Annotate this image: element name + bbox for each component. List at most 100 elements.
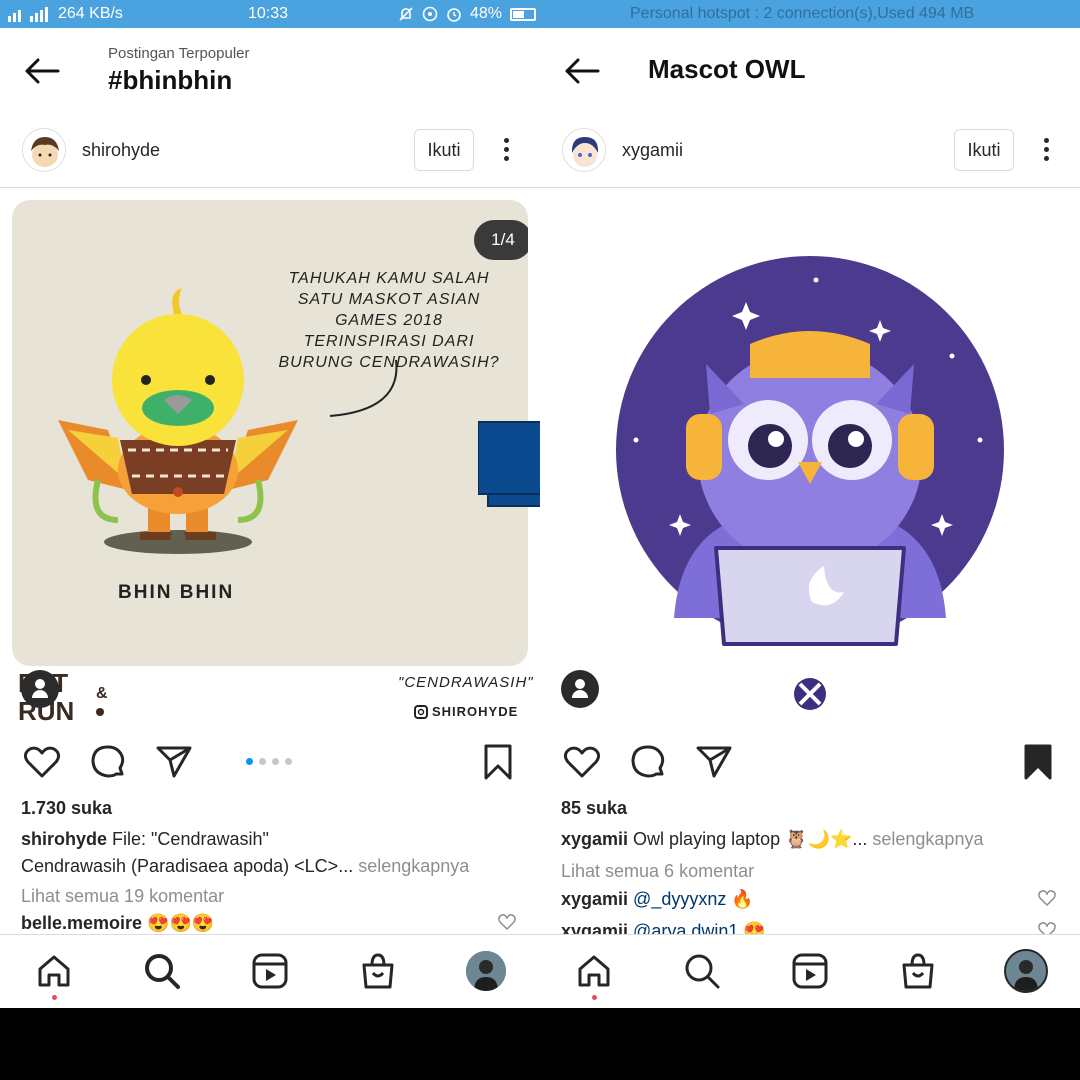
status-bar: 264 KB/s 10:33 48% <box>0 0 540 28</box>
instagram-icon <box>414 704 428 719</box>
comment-text: 😍😍😍 <box>142 913 215 933</box>
bottom-nav <box>0 934 540 1008</box>
nav-profile[interactable] <box>1004 949 1048 993</box>
avatar[interactable] <box>22 128 66 172</box>
nav-search[interactable] <box>142 951 182 991</box>
post-media[interactable] <box>540 188 1080 734</box>
follow-button[interactable]: Ikuti <box>414 129 474 171</box>
comment-mention[interactable]: @_dyyyxnz <box>628 889 726 909</box>
more-icon[interactable] <box>496 134 516 168</box>
status-bar-hotspot: Personal hotspot : 2 connection(s),Used … <box>540 0 1080 28</box>
back-arrow-icon[interactable] <box>22 56 62 86</box>
logo-text-amp: & <box>96 685 108 702</box>
status-right: 48% <box>398 5 537 23</box>
heart-icon[interactable] <box>562 742 602 782</box>
nav-shop[interactable] <box>898 951 938 991</box>
more-link[interactable]: selengkapnya <box>867 829 983 849</box>
post-image[interactable]: TAHUKAH KAMU SALAH SATU MASKOT ASIAN GAM… <box>12 200 528 666</box>
post-media[interactable]: TAHUKAH KAMU SALAH SATU MASKOT ASIAN GAM… <box>0 188 540 734</box>
battery-icon <box>510 7 537 21</box>
notification-dot <box>51 995 57 1000</box>
share-icon[interactable] <box>154 742 194 782</box>
view-comments-link[interactable]: Lihat semua 19 komentar <box>21 886 224 907</box>
comment-like-icon[interactable] <box>1038 889 1056 907</box>
reels-icon <box>252 953 288 989</box>
back-arrow-icon[interactable] <box>562 56 602 86</box>
caption-line2: Cendrawasih (Paradisaea apoda) <LC>... <box>21 856 354 876</box>
post-header: xygamii Ikuti <box>540 116 1080 188</box>
status-left: 264 KB/s <box>8 5 123 23</box>
share-icon[interactable] <box>694 742 734 782</box>
caption-username[interactable]: xygamii <box>561 829 628 849</box>
likes-count[interactable]: 1.730 suka <box>21 798 112 819</box>
search-icon <box>145 954 180 989</box>
art-caption: "CENDRAWASIH" <box>398 674 534 691</box>
alarm-icon <box>447 8 461 22</box>
bottom-nav <box>540 934 1080 1008</box>
comment-icon[interactable] <box>628 742 668 782</box>
shop-icon <box>902 953 934 989</box>
follow-button[interactable]: Ikuti <box>954 129 1014 171</box>
avatar[interactable] <box>562 128 606 172</box>
nav-profile[interactable] <box>466 951 506 991</box>
watermark-logo <box>794 678 826 710</box>
nav-home[interactable] <box>574 951 614 1000</box>
hotspot-status: Personal hotspot : 2 connection(s),Used … <box>630 5 975 22</box>
caption-text: Owl playing laptop 🦉🌙⭐... <box>628 829 868 849</box>
more-icon[interactable] <box>1036 134 1056 168</box>
comment-icon[interactable] <box>88 742 128 782</box>
view-comments-link[interactable]: Lihat semua 6 komentar <box>561 861 754 882</box>
more-link[interactable]: selengkapnya <box>353 856 469 876</box>
bookmark-icon[interactable] <box>478 742 518 782</box>
shop-icon <box>362 953 394 989</box>
avatar-image <box>563 129 605 171</box>
username[interactable]: xygamii <box>622 140 683 161</box>
nav-search[interactable] <box>682 951 722 991</box>
hotspot-icon <box>422 6 438 22</box>
speech-text: TAHUKAH KAMU SALAH SATU MASKOT ASIAN GAM… <box>278 270 500 371</box>
comment-username[interactable]: xygamii <box>561 889 628 909</box>
nav-home[interactable] <box>34 951 74 1000</box>
profile-avatar <box>1006 951 1046 991</box>
network-speed: 264 KB/s <box>58 5 123 22</box>
carousel-counter: 1/4 <box>474 220 528 260</box>
comment-username[interactable]: belle.memoire <box>21 913 142 933</box>
person-tag-icon[interactable] <box>561 670 599 708</box>
nav-shop[interactable] <box>358 951 398 991</box>
comment-row: belle.memoire 😍😍😍 <box>21 913 214 934</box>
post-header: shirohyde Ikuti <box>0 116 540 188</box>
bhin-bhin-mascot <box>58 288 298 554</box>
page-header: Mascot OWL <box>540 28 1080 116</box>
mute-icon <box>399 7 413 21</box>
signal-icon <box>8 7 48 22</box>
caption-text: File: "Cendrawasih" <box>107 829 269 849</box>
post-caption: xygamii Owl playing laptop 🦉🌙⭐... seleng… <box>561 826 1060 853</box>
caption-username[interactable]: shirohyde <box>21 829 107 849</box>
art-handle-text: SHIROHYDE <box>432 704 519 719</box>
search-icon <box>685 954 720 989</box>
notification-dot <box>591 995 597 1000</box>
person-tag-icon[interactable] <box>21 670 59 708</box>
heart-icon[interactable] <box>22 742 62 782</box>
home-icon <box>578 955 610 987</box>
right-pane: Personal hotspot : 2 connection(s),Used … <box>540 0 1080 1008</box>
post-caption: shirohyde File: "Cendrawasih" Cendrawasi… <box>21 826 520 880</box>
page-title: Mascot OWL <box>648 54 806 84</box>
art-handle: SHIROHYDE <box>414 704 518 719</box>
comment-text: 🔥 <box>726 889 754 909</box>
header-subtitle: Postingan Terpopuler <box>108 45 250 62</box>
page-header: Postingan Terpopuler #bhinbhin <box>0 28 540 116</box>
owl-illustration <box>616 256 1004 646</box>
left-pane: 264 KB/s 10:33 48% Postingan Terpopuler … <box>0 0 540 1008</box>
comment-row: xygamii @_dyyyxnz 🔥 <box>561 889 754 910</box>
post-actions <box>0 742 540 786</box>
mascot-name: BHIN BHIN <box>118 582 235 603</box>
nav-reels[interactable] <box>790 951 830 991</box>
bookmark-icon[interactable] <box>1018 742 1058 782</box>
stacked-squares-overlay <box>478 421 540 507</box>
username[interactable]: shirohyde <box>82 140 160 161</box>
likes-count[interactable]: 85 suka <box>561 798 627 819</box>
carousel-dots <box>246 758 292 765</box>
comment-like-icon[interactable] <box>498 913 516 931</box>
nav-reels[interactable] <box>250 951 290 991</box>
